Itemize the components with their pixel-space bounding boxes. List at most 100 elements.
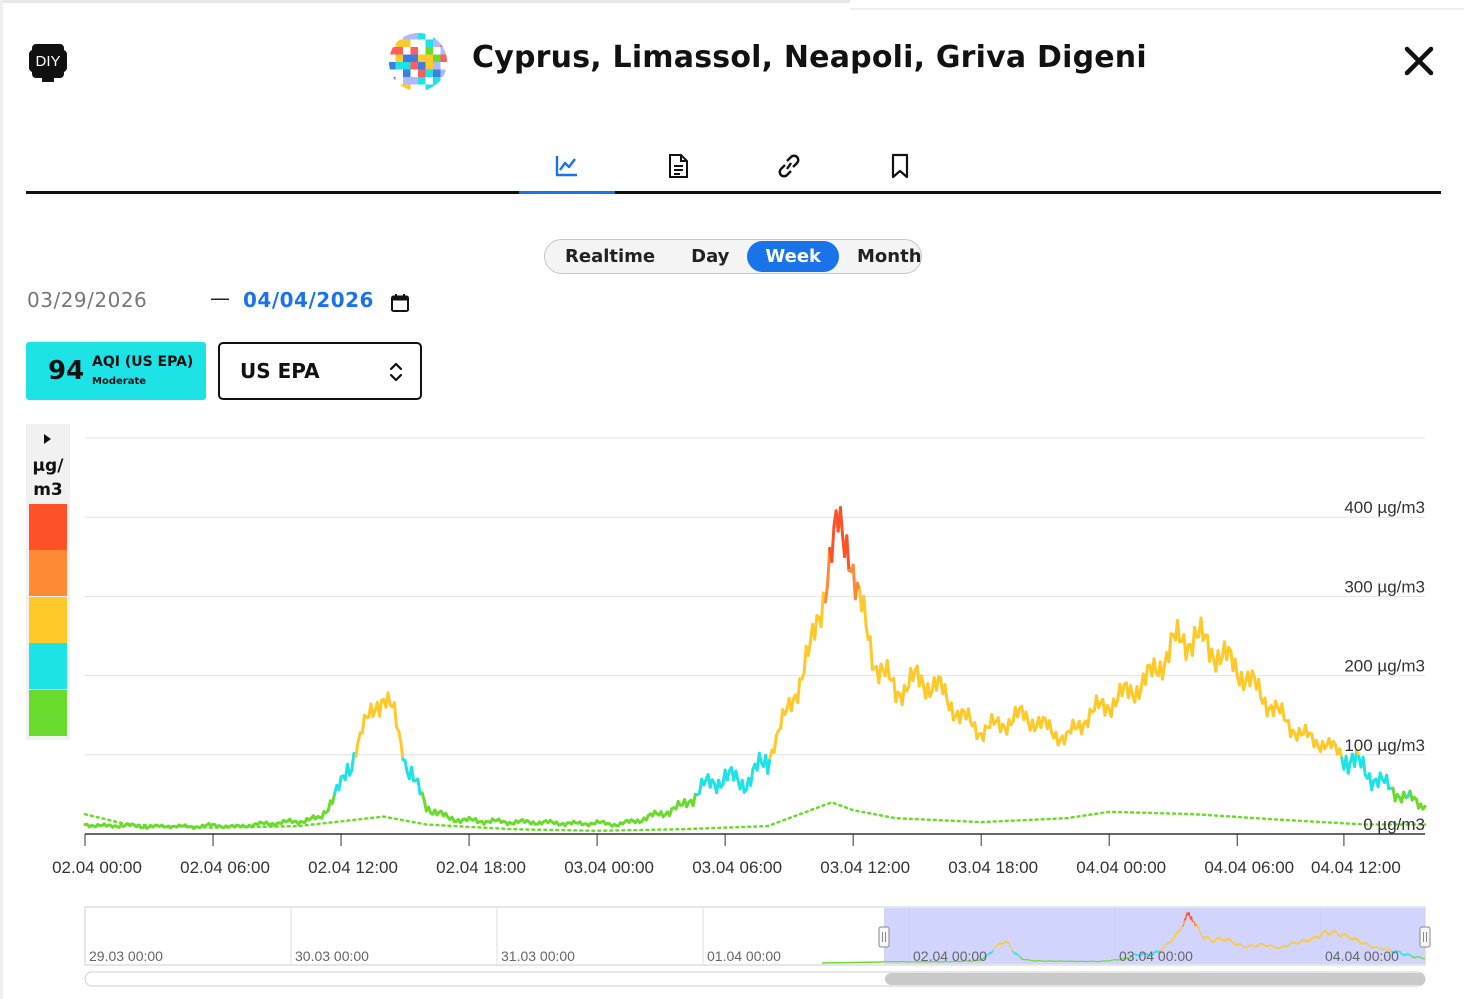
y-tick-label: 300 µg/m3: [1344, 577, 1425, 596]
tab-bar: [26, 140, 1441, 194]
tab-link[interactable]: [741, 140, 837, 191]
series-line-segment: [1210, 647, 1216, 662]
navigator-series-segment: [1074, 960, 1076, 963]
tab-document[interactable]: [630, 140, 726, 191]
date-to-input[interactable]: 04/04/2026: [243, 288, 374, 312]
line-chart-icon: [555, 155, 577, 176]
navigator-series-segment: [1210, 940, 1213, 943]
close-button[interactable]: [1398, 40, 1440, 82]
y-tick-label: 100 µg/m3: [1344, 736, 1425, 755]
series-line-segment: [885, 659, 891, 681]
navigator-series-segment: [1015, 952, 1018, 955]
navigator-series-segment: [1331, 930, 1334, 933]
series-line-segment: [399, 739, 405, 761]
navigator-series-segment: [1318, 936, 1321, 940]
period-month[interactable]: Month: [839, 241, 940, 272]
navigator-series-segment: [1327, 933, 1330, 936]
chevron-up-down-icon: [389, 362, 403, 382]
navigator-series-segment: [1250, 944, 1253, 947]
aqi-standard-value: US EPA: [240, 359, 320, 383]
navigator-series-segment: [1408, 953, 1411, 957]
navigator-series-segment: [1093, 960, 1095, 963]
bookmark-icon: [891, 153, 909, 178]
calendar-button[interactable]: [390, 293, 410, 313]
pm-line-chart[interactable]: 0 µg/m3 100 µg/m3 200 µg/m3 300 µg/m3 400 µg…: [0, 420, 1464, 890]
series-line-segment: [1176, 618, 1182, 644]
x-tick-label: 03.04 00:00: [564, 858, 654, 877]
station-logo: [388, 32, 448, 92]
series-line-segment: [830, 525, 836, 563]
navigator-series-segment: [1257, 944, 1260, 947]
navigator-series-segment: [1399, 950, 1402, 954]
navigator-series-segment: [1302, 939, 1305, 942]
period-selector: Realtime Day Week Month: [544, 239, 922, 274]
tab-bookmark[interactable]: [852, 140, 948, 191]
period-realtime[interactable]: Realtime: [547, 241, 673, 272]
series-line-segment: [386, 691, 392, 707]
navigator-series-segment: [990, 952, 993, 955]
navigator-series-segment: [1259, 943, 1262, 946]
series-line-segment: [806, 639, 812, 657]
x-tick-label: 02.04 00:00: [52, 858, 142, 877]
navigator-series-segment: [1173, 937, 1175, 940]
series-line-segment: [1048, 719, 1054, 734]
navigator-series-segment: [1345, 933, 1347, 935]
navigator-series-segment: [1029, 959, 1031, 961]
series-line-segment: [410, 765, 416, 783]
x-tick-label: 04.04 00:00: [1076, 858, 1166, 877]
navigator-series-segment: [1338, 933, 1341, 937]
series-line-segment: [934, 675, 940, 692]
navigator-label: 30.03 00:00: [295, 948, 369, 964]
series-line-segment: [766, 756, 772, 775]
aqi-standard-select[interactable]: US EPA: [218, 342, 422, 400]
x-tick-label: 02.04 12:00: [308, 858, 398, 877]
series-line-segment: [862, 594, 868, 627]
x-tick-label: 04.04 12:00: [1311, 858, 1401, 877]
calendar-icon: [391, 294, 409, 312]
navigator-series-segment: [1354, 937, 1357, 939]
series-line-segment: [1039, 715, 1045, 729]
period-day[interactable]: Day: [673, 241, 747, 272]
series-line-segment: [350, 752, 356, 772]
date-from-input[interactable]: 03/29/2026: [27, 288, 147, 312]
y-tick-label: 0 µg/m3: [1363, 815, 1425, 834]
series-line-segment: [838, 506, 844, 537]
navigator-series-segment: [1341, 934, 1344, 937]
navigator-series-segment: [1276, 947, 1279, 950]
tab-chart[interactable]: [519, 140, 615, 194]
series-line-segment: [1086, 707, 1092, 729]
navigator-series-segment: [1017, 954, 1020, 957]
navigator-label: 02.04 00:00: [913, 948, 987, 964]
x-tick-label: 03.04 12:00: [820, 858, 910, 877]
navigator-label: 31.03 00:00: [501, 948, 575, 964]
series-line-segment: [772, 734, 778, 754]
navigator-series-segment: [1002, 941, 1005, 945]
navigator-label: 01.04 00:00: [707, 948, 781, 964]
navigator-series-segment: [1366, 942, 1369, 946]
series-line-segment: [1120, 683, 1126, 698]
navigator-series-segment: [1347, 935, 1350, 939]
series-line-segment: [966, 707, 972, 724]
time-navigator[interactable]: 29.03 00:00 30.03 00:00 31.03 00:00 01.04 0…: [0, 900, 1464, 995]
navigator-handle-left[interactable]: [878, 926, 890, 948]
navigator-handle-right[interactable]: [1419, 926, 1431, 948]
series-line-segment: [919, 674, 926, 688]
navigator-series-segment: [1234, 944, 1236, 946]
aqi-value: 94: [48, 356, 85, 386]
y-tick-label: 400 µg/m3: [1344, 498, 1425, 517]
series-line-segment: [1257, 677, 1263, 700]
period-week[interactable]: Week: [747, 241, 840, 272]
navigator-series-segment: [1278, 946, 1281, 950]
series-line-segment: [378, 698, 384, 718]
navigator-series-segment: [999, 943, 1002, 946]
navigator-series-segment: [1272, 945, 1275, 948]
navigator-series-segment: [1334, 931, 1337, 934]
navigator-series-segment: [1224, 940, 1227, 942]
aqi-badge: 94 AQI (US EPA) Moderate: [26, 342, 206, 400]
navigator-series-segment: [1044, 960, 1047, 963]
navigator-scrollbar-thumb[interactable]: [885, 973, 1425, 985]
navigator-series-segment: [1269, 944, 1272, 947]
navigator-series-segment: [1217, 937, 1220, 940]
series-line-segment: [403, 759, 409, 774]
series-line-segment: [789, 697, 795, 713]
